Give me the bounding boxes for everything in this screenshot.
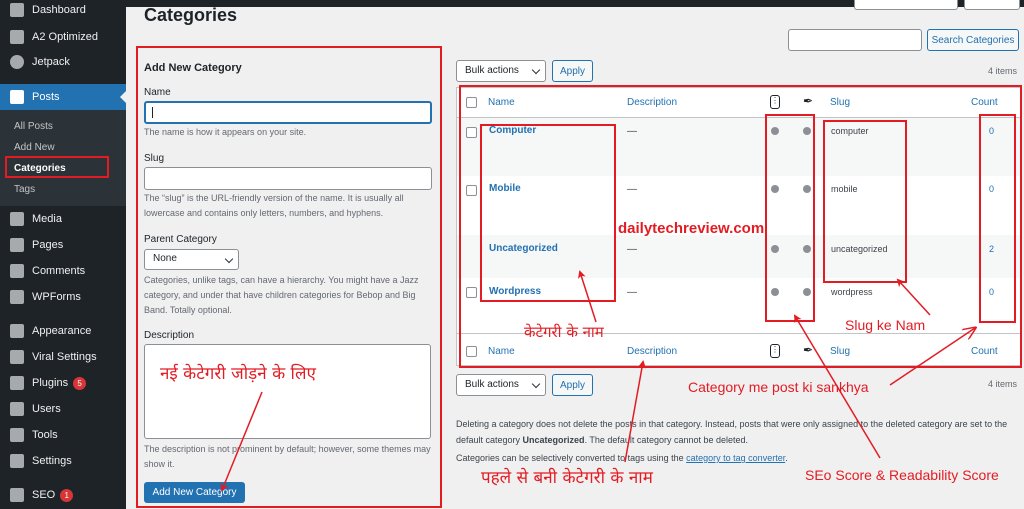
submenu-label: All Posts	[14, 120, 53, 132]
menu-jetpack[interactable]: Jetpack	[0, 50, 126, 74]
update-badge: 5	[73, 376, 87, 390]
menu-label: Posts	[32, 91, 60, 103]
category-to-tag-link[interactable]: category to tag converter	[686, 453, 785, 463]
count-annotation: Category me post ki sankhya	[688, 379, 869, 395]
menu-label: Users	[32, 403, 61, 415]
gear-icon	[10, 350, 24, 364]
bulk-actions-value: Bulk actions	[465, 65, 519, 76]
yoast-icon	[10, 488, 24, 502]
submenu-label: Tags	[14, 183, 36, 195]
apply-button-bottom[interactable]: Apply	[552, 374, 593, 396]
note-text: Categories can be selectively converted …	[456, 453, 687, 463]
score-column-highlight	[765, 114, 815, 322]
menu-label: Settings	[32, 455, 72, 467]
screen-options-tab[interactable]	[854, 0, 958, 10]
brush-icon	[10, 324, 24, 338]
plugin-icon	[10, 376, 24, 390]
dashboard-icon	[10, 3, 24, 17]
page-title: Categories	[144, 5, 238, 25]
menu-label: Pages	[32, 239, 64, 251]
gear-icon	[10, 30, 24, 44]
submenu-label: Add New	[14, 141, 55, 153]
default-category-name: Uncategorized	[522, 435, 585, 445]
search-categories-button[interactable]: Search Categories	[927, 29, 1019, 51]
menu-appearance[interactable]: Appearance	[0, 319, 126, 343]
watermark-text: dailytechreview.com	[618, 220, 765, 237]
bulk-actions-value: Bulk actions	[465, 379, 519, 390]
submenu-all-posts[interactable]: All Posts	[0, 116, 126, 136]
menu-tools[interactable]: Tools	[0, 423, 126, 447]
menu-label: Tools	[32, 429, 58, 441]
menu-users[interactable]: Users	[0, 397, 126, 421]
apply-button[interactable]: Apply	[552, 60, 593, 82]
pin-icon	[10, 90, 24, 104]
note-text: .	[785, 453, 788, 463]
chevron-down-icon	[531, 379, 541, 389]
menu-media[interactable]: Media	[0, 207, 126, 231]
delete-note: Deleting a category does not delete the …	[456, 416, 1016, 448]
add-form-highlight	[136, 46, 442, 508]
menu-wpforms[interactable]: WPForms	[0, 285, 126, 309]
category-name-annotation: केटेगरी के नाम	[524, 323, 604, 341]
chevron-down-icon	[531, 65, 541, 75]
seo-score-annotation: SEo Score & Readability Score	[805, 467, 999, 483]
categories-menu-highlight	[5, 156, 109, 178]
admin-sidebar: Dashboard A2 Optimized Jetpack Posts All…	[0, 0, 126, 509]
settings-icon	[10, 454, 24, 468]
menu-dashboard[interactable]: Dashboard	[0, 0, 126, 22]
menu-label: Plugins	[32, 377, 69, 389]
user-icon	[10, 402, 24, 416]
existing-categories-annotation: पहले से बनी केटेगरी के नाम	[481, 468, 653, 488]
forms-icon	[10, 290, 24, 304]
menu-pages[interactable]: Pages	[0, 233, 126, 257]
items-count: 4 items	[988, 66, 1018, 76]
menu-plugins[interactable]: Plugins 5	[0, 371, 126, 395]
add-new-annotation: नई केटेगरी जोड़ने के लिए	[160, 364, 316, 384]
bulk-actions-select[interactable]: Bulk actions	[456, 60, 546, 82]
pages-icon	[10, 238, 24, 252]
menu-label: SEO	[32, 489, 56, 501]
bulk-actions-select-bottom[interactable]: Bulk actions	[456, 374, 546, 396]
active-menu-notch	[120, 91, 126, 103]
menu-label: WPForms	[32, 291, 81, 303]
submenu-tags[interactable]: Tags	[0, 179, 126, 199]
menu-label: Jetpack	[32, 56, 70, 68]
menu-label: Dashboard	[32, 4, 86, 16]
help-tab[interactable]	[964, 0, 1020, 10]
menu-seo[interactable]: SEO 1	[0, 483, 126, 507]
name-column-highlight	[480, 124, 616, 302]
menu-label: Comments	[32, 265, 86, 277]
menu-posts[interactable]: Posts	[0, 84, 126, 110]
comment-icon	[10, 264, 24, 278]
slug-column-highlight	[823, 120, 907, 283]
menu-viral-settings[interactable]: Viral Settings	[0, 345, 126, 369]
submenu-add-new[interactable]: Add New	[0, 137, 126, 157]
wrench-icon	[10, 428, 24, 442]
menu-label: Media	[32, 213, 62, 225]
menu-label: Appearance	[32, 325, 92, 337]
notification-badge: 1	[60, 488, 74, 502]
table-footnote: Deleting a category does not delete the …	[456, 416, 1016, 466]
jetpack-icon	[10, 55, 24, 69]
convert-note: Categories can be selectively converted …	[456, 450, 1016, 466]
search-input[interactable]	[788, 29, 922, 51]
count-column-highlight	[979, 114, 1016, 323]
items-count-bottom: 4 items	[988, 379, 1018, 389]
menu-comments[interactable]: Comments	[0, 259, 126, 283]
menu-label: Viral Settings	[32, 351, 97, 363]
menu-settings[interactable]: Settings	[0, 449, 126, 473]
menu-label: A2 Optimized	[32, 31, 99, 43]
slug-annotation: Slug ke Nam	[845, 317, 926, 333]
media-icon	[10, 212, 24, 226]
menu-a2-optimized[interactable]: A2 Optimized	[0, 25, 126, 49]
note-text: . The default category cannot be deleted…	[584, 435, 749, 445]
